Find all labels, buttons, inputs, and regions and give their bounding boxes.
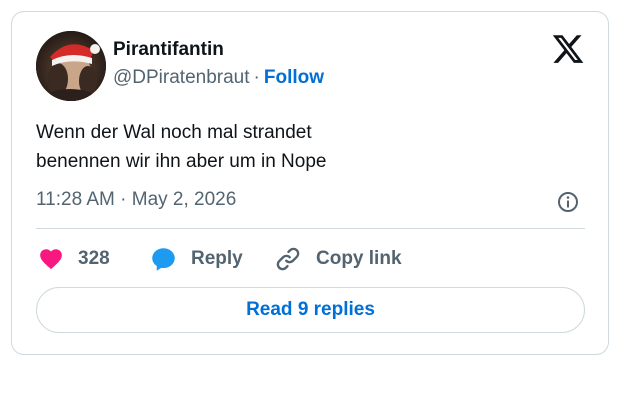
divider: [36, 228, 585, 229]
author-meta: @DPiratenbraut · Follow: [113, 67, 324, 89]
speech-bubble-icon: [152, 247, 175, 271]
avatar-image: [36, 31, 106, 101]
tweet-text-line: Wenn der Wal noch mal strandet: [36, 122, 312, 143]
author-handle[interactable]: @DPiratenbraut: [113, 67, 250, 88]
x-logo-icon[interactable]: [551, 32, 585, 66]
tweet-timestamp[interactable]: 11:28 AM · May 2, 2026: [36, 189, 236, 211]
read-replies-button[interactable]: Read 9 replies: [36, 287, 585, 333]
copy-link-label: Copy link: [316, 248, 402, 269]
like-button[interactable]: 328: [38, 243, 110, 275]
copy-link-button[interactable]: Copy link: [274, 243, 402, 275]
tweet-embed-card: Pirantifantin @DPiratenbraut · Follow Wenn…: [11, 11, 609, 355]
heart-icon: [40, 249, 62, 270]
follow-button[interactable]: Follow: [264, 67, 324, 88]
separator-dot: ·: [253, 67, 260, 88]
like-count: 328: [78, 248, 110, 269]
tweet-text: Wenn der Wal noch mal strandet benennen …: [36, 118, 576, 176]
tweet-text-line: benennen wir ihn aber um in Nope: [36, 151, 327, 172]
info-icon[interactable]: [556, 190, 580, 214]
reply-label: Reply: [191, 248, 243, 269]
link-icon: [276, 247, 300, 271]
avatar[interactable]: [36, 31, 106, 101]
author-display-name[interactable]: Pirantifantin: [113, 39, 224, 61]
reply-button[interactable]: Reply: [150, 243, 243, 275]
